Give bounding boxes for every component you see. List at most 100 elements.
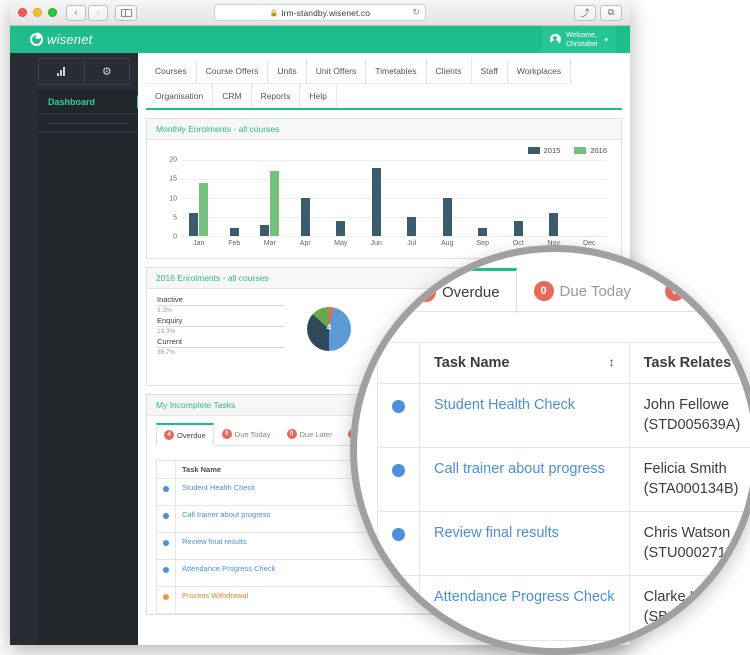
task-name-link[interactable]: Student Health Check — [182, 483, 255, 492]
sidebar-toggle-icon[interactable] — [115, 5, 137, 21]
table-row[interactable]: Student Health Check John Fellowe(STD0056… — [378, 384, 750, 448]
status-dot-cell — [157, 479, 176, 506]
window-controls[interactable] — [18, 8, 57, 17]
task-name-link[interactable]: Review final results — [182, 537, 247, 546]
chevron-down-icon[interactable]: ▾ — [604, 36, 608, 44]
x-axis-tick: Jun — [359, 238, 395, 252]
nav-item-organisation[interactable]: Organisation — [146, 84, 213, 108]
table-row[interactable]: Attendance Progress Check Clarke Keel(SBA… — [378, 576, 750, 640]
pie-label-inactive: Inactive 3.3% — [157, 295, 285, 314]
tabs-overview-icon[interactable]: ⧉ — [600, 5, 622, 21]
share-icon[interactable]: ⤴ — [574, 5, 596, 21]
task-name-link[interactable]: Call trainer about progress — [182, 510, 270, 519]
task-name-cell[interactable]: Student Health Check — [420, 384, 630, 448]
task-name-link[interactable]: Process Withdrawal — [182, 591, 248, 600]
user-menu[interactable]: Welcome, Christabel ▾ — [542, 26, 616, 53]
tab-due-later[interactable]: 0Due Later — [648, 268, 750, 314]
reload-icon[interactable]: ↻ — [412, 7, 420, 18]
task-name-cell[interactable]: Attendance Progress Check — [420, 576, 630, 640]
table-row[interactable]: Call trainer about progressFelicia Smith… — [378, 448, 750, 512]
browser-right-buttons[interactable]: ⤴ ⧉ — [574, 5, 622, 21]
bar-group — [536, 160, 572, 236]
bar-2015-Apr — [301, 198, 310, 236]
tab-count-badge: 4 — [164, 430, 174, 440]
table-header-task-relates-to[interactable]: Task Relates To — [629, 343, 750, 384]
task-name-link[interactable]: Attendance Progress Check — [182, 564, 275, 573]
y-axis-tick: 5 — [173, 214, 177, 221]
nav-item-workplaces[interactable]: Workplaces — [508, 59, 571, 84]
task-name-link[interactable]: Student Health Check — [434, 397, 575, 413]
gears-icon[interactable]: ⚙ — [85, 59, 130, 84]
maximize-window-button[interactable] — [48, 8, 57, 17]
y-axis-tick: 10 — [169, 195, 177, 202]
tab-due-later[interactable]: 0Due Later — [279, 423, 341, 445]
sort-icon: ↕ — [609, 355, 615, 369]
task-name-link[interactable]: Attendance Progress Check — [434, 589, 615, 605]
main-nav-row-1: Courses Course Offers Units Unit Offers … — [146, 59, 622, 84]
task-name-cell[interactable]: Call trainer about progress — [420, 448, 630, 512]
nav-item-help[interactable]: Help — [300, 84, 336, 108]
tab-overdue[interactable]: 4 Overdue — [399, 268, 517, 314]
table-row[interactable]: Review final results Chris Watson(STU0002… — [378, 512, 750, 576]
nav-item-courses[interactable]: Courses — [146, 59, 197, 84]
legend-item-2015: 2015 — [528, 146, 561, 155]
back-icon[interactable]: ‹ — [66, 5, 86, 21]
table-header-task-name[interactable]: Task Name↕ — [420, 343, 630, 384]
status-dot-icon — [392, 464, 405, 477]
magnified-task-tabs[interactable]: 4Overdue0Due Today0Due Later14Total — [399, 268, 750, 314]
sidebar-item-label: Dashboard — [48, 97, 95, 107]
task-name-link[interactable]: Call trainer about progress — [434, 461, 605, 477]
task-relates-to-cell: Chris Watson(STU000271Z) — [629, 512, 750, 576]
task-name-cell[interactable]: Review final results — [420, 512, 630, 576]
magnifier-lens: 4Overdue0Due Today0Due Later14Total Task… — [350, 245, 750, 655]
status-dot-icon — [392, 400, 405, 413]
bar-2015-Jan — [189, 213, 198, 236]
tab-due-today[interactable]: 0Due Today — [214, 423, 279, 445]
close-window-button[interactable] — [18, 8, 27, 17]
nav-item-units[interactable]: Units — [268, 59, 306, 84]
tab-label: Due Today — [560, 283, 631, 300]
relates-code: (STU000271Z) — [644, 544, 750, 564]
tab-overdue[interactable]: 4Overdue — [156, 423, 214, 446]
bar-group — [288, 160, 324, 236]
bar-group — [181, 160, 217, 236]
tab-count-badge: 0 — [287, 429, 297, 439]
status-dot-icon — [392, 592, 405, 605]
wisenet-logo-text: wisenet — [47, 32, 92, 47]
sidebar-icon-group[interactable]: ⚙ — [38, 58, 130, 85]
address-bar[interactable]: 🔒 lrm-standby.wisenet.co ↻ — [214, 4, 426, 21]
bar-group — [430, 160, 466, 236]
tab-label: Due Later — [691, 283, 750, 300]
tab-count-badge: 4 — [416, 282, 436, 302]
magnified-tab-divider — [357, 311, 750, 312]
table-header-status — [378, 343, 420, 384]
chart-bars — [181, 160, 607, 236]
task-relates-to-cell: Clarke Keel(SBA006689F) — [629, 576, 750, 640]
x-axis-tick: Feb — [217, 238, 253, 252]
forward-icon[interactable]: › — [88, 5, 108, 21]
chart-bars-icon[interactable] — [39, 59, 85, 84]
nav-item-reports[interactable]: Reports — [252, 84, 301, 108]
legend-swatch-2016 — [574, 147, 586, 154]
magnifier-content: 4Overdue0Due Today0Due Later14Total Task… — [357, 252, 750, 655]
nav-item-course-offers[interactable]: Course Offers — [197, 59, 269, 84]
gridline: 0 — [181, 236, 607, 237]
minimize-window-button[interactable] — [33, 8, 42, 17]
tab-due-today[interactable]: 0Due Today — [517, 268, 648, 314]
nav-item-clients[interactable]: Clients — [427, 59, 472, 84]
wisenet-logo[interactable]: wisenet — [30, 32, 92, 47]
relates-code: (STD005639A) — [644, 416, 750, 436]
relates-name: John Fellowe — [644, 396, 750, 416]
navigation-buttons[interactable]: ‹ › — [66, 5, 108, 21]
nav-item-staff[interactable]: Staff — [472, 59, 508, 84]
task-name-link[interactable]: Review final results — [434, 525, 559, 541]
sidebar-item-dashboard[interactable]: Dashboard — [38, 91, 138, 113]
nav-item-crm[interactable]: CRM — [213, 84, 251, 108]
tab-label: Overdue — [442, 284, 500, 301]
sidebar-divider — [38, 114, 138, 132]
x-axis-tick: Jan — [181, 238, 217, 252]
x-axis-tick: Sep — [465, 238, 501, 252]
nav-item-timetables[interactable]: Timetables — [366, 59, 426, 84]
nav-item-unit-offers[interactable]: Unit Offers — [307, 59, 366, 84]
status-dot-icon — [163, 513, 169, 519]
